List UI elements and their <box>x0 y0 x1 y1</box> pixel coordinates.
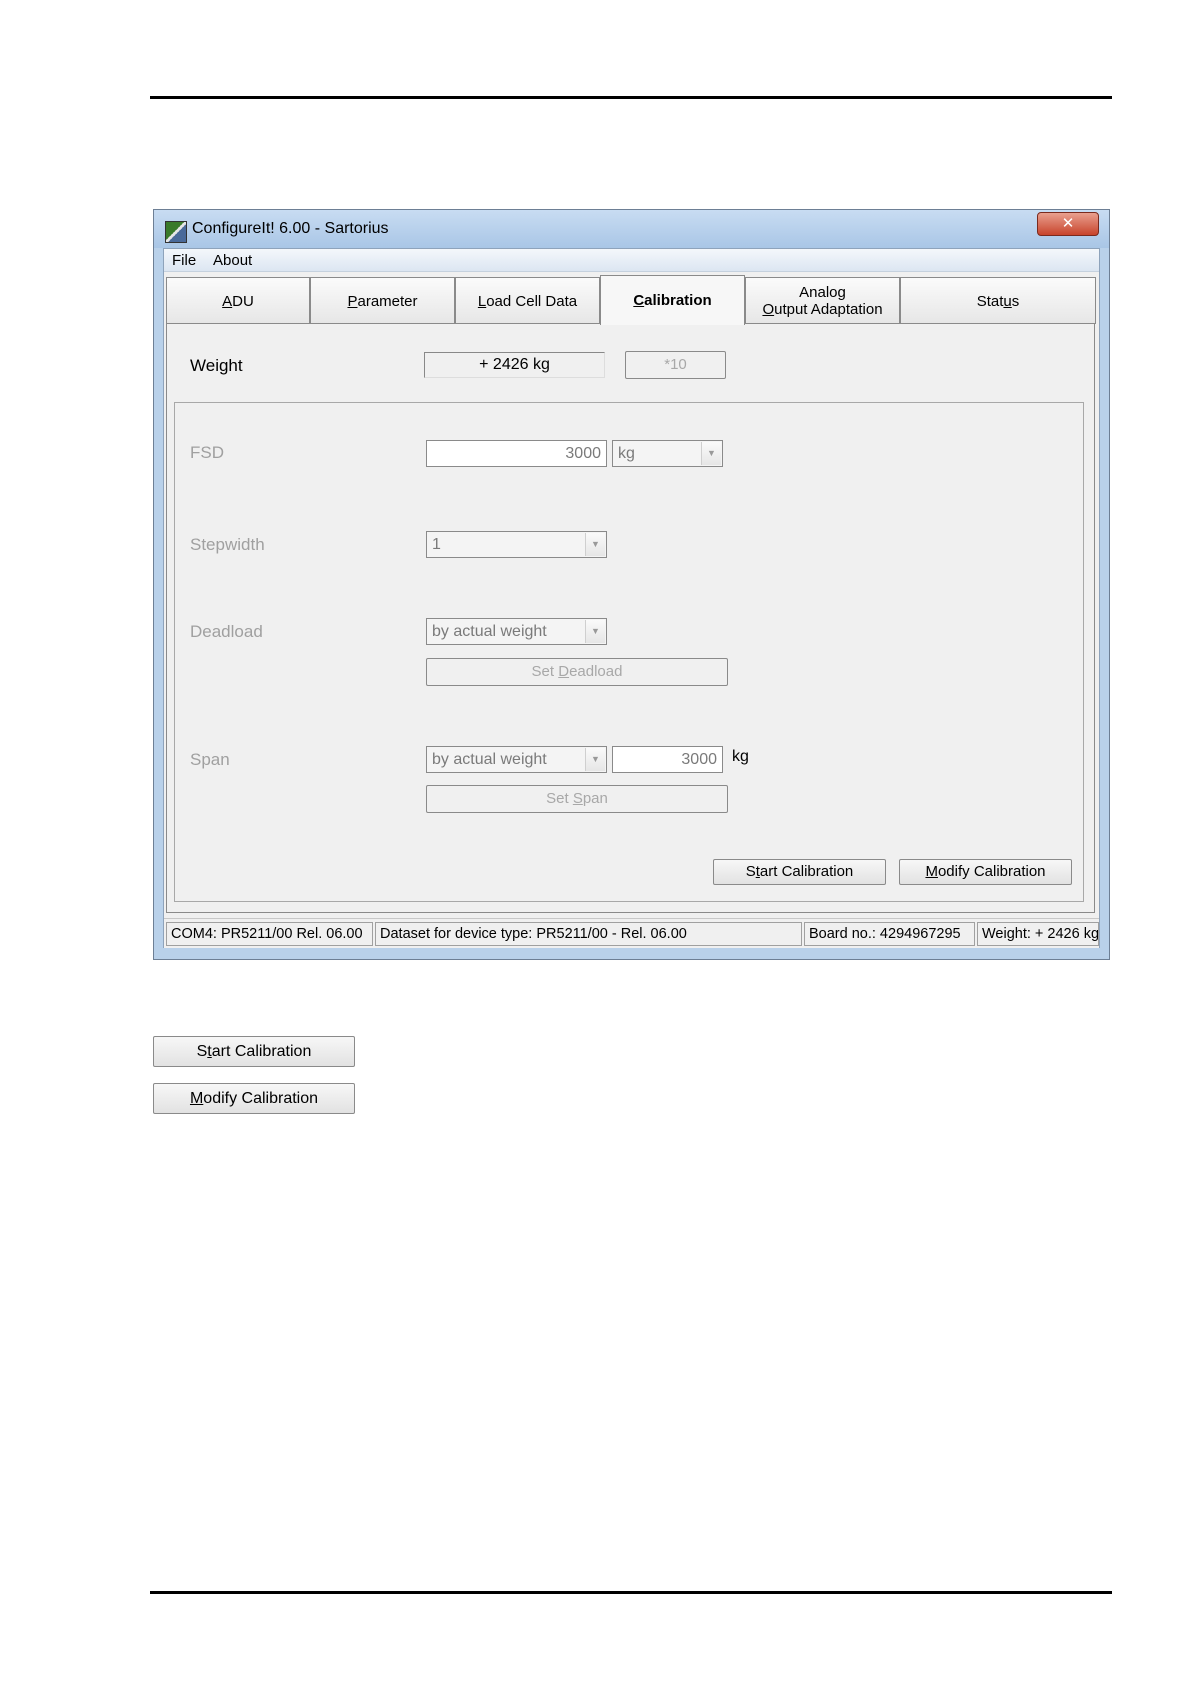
chevron-down-icon: ▼ <box>585 533 605 556</box>
tab-parameter[interactable]: Parameter <box>310 277 455 324</box>
span-mode-select[interactable]: by actual weight ▼ <box>426 746 607 773</box>
deadload-mode-select[interactable]: by actual weight ▼ <box>426 618 607 645</box>
deadload-label: Deadload <box>190 622 263 641</box>
tab-adu[interactable]: ADU <box>166 277 310 324</box>
chevron-down-icon: ▼ <box>701 442 721 465</box>
tab-analog-output-adaptation[interactable]: Analog Output Adaptation <box>745 277 900 324</box>
configureit-window: ConfigureIt! 6.00 - Sartorius ✕ File Abo… <box>153 209 1110 960</box>
span-mode-value: by actual weight <box>432 751 547 768</box>
start-calibration-button[interactable]: Start Calibration <box>713 859 886 885</box>
status-bar: COM4: PR5211/00 Rel. 06.00 Dataset for d… <box>164 918 1099 948</box>
set-span-button[interactable]: Set Span <box>426 785 728 813</box>
tab-load-cell-data[interactable]: Load Cell Data <box>455 277 600 324</box>
close-button[interactable]: ✕ <box>1037 212 1099 236</box>
fsd-label: FSD <box>190 443 224 462</box>
tab-status[interactable]: Status <box>900 277 1096 324</box>
span-weight-input[interactable]: 3000 <box>612 746 723 773</box>
header-rule <box>150 96 1112 99</box>
status-weight: Weight: + 2426 kg <box>977 922 1099 946</box>
span-unit-label: kg <box>732 748 749 765</box>
footer-rule <box>150 1591 1112 1594</box>
fsd-unit-select[interactable]: kg ▼ <box>612 440 723 467</box>
chevron-down-icon: ▼ <box>585 748 605 771</box>
menu-bar: File About <box>164 249 1099 272</box>
calibration-groupbox: FSD 3000 kg ▼ Stepwidth 1 ▼ Deadload by … <box>174 402 1084 902</box>
stepwidth-select[interactable]: 1 ▼ <box>426 531 607 558</box>
chevron-down-icon: ▼ <box>585 620 605 643</box>
weight-label: Weight <box>190 356 243 375</box>
fsd-input[interactable]: 3000 <box>426 440 607 467</box>
window-title: ConfigureIt! 6.00 - Sartorius <box>192 220 389 237</box>
app-icon <box>165 221 187 243</box>
status-dataset: Dataset for device type: PR5211/00 - Rel… <box>375 922 802 946</box>
set-deadload-button[interactable]: Set Deadload <box>426 658 728 686</box>
title-bar: ConfigureIt! 6.00 - Sartorius ✕ <box>154 210 1109 248</box>
weight-display: + 2426 kg <box>424 352 605 378</box>
client-area: File About ADU Parameter Load Cell Data … <box>163 248 1100 948</box>
menu-about[interactable]: About <box>213 252 252 269</box>
deadload-mode-value: by actual weight <box>432 623 547 640</box>
tab-calibration[interactable]: Calibration <box>600 275 745 325</box>
menu-file[interactable]: File <box>172 252 196 269</box>
modify-calibration-button[interactable]: Modify Calibration <box>899 859 1072 885</box>
close-icon: ✕ <box>1061 215 1075 232</box>
fsd-unit-value: kg <box>618 445 635 462</box>
status-board: Board no.: 4294967295 <box>804 922 975 946</box>
stepwidth-value: 1 <box>432 536 441 553</box>
start-calibration-button-standalone[interactable]: Start Calibration <box>153 1036 355 1067</box>
span-label: Span <box>190 750 230 769</box>
calibration-panel: Weight + 2426 kg *10 FSD 3000 kg ▼ Stepw… <box>166 323 1095 913</box>
x10-button[interactable]: *10 <box>625 351 726 379</box>
stepwidth-label: Stepwidth <box>190 535 265 554</box>
status-port: COM4: PR5211/00 Rel. 06.00 <box>166 922 373 946</box>
modify-calibration-button-standalone[interactable]: Modify Calibration <box>153 1083 355 1114</box>
